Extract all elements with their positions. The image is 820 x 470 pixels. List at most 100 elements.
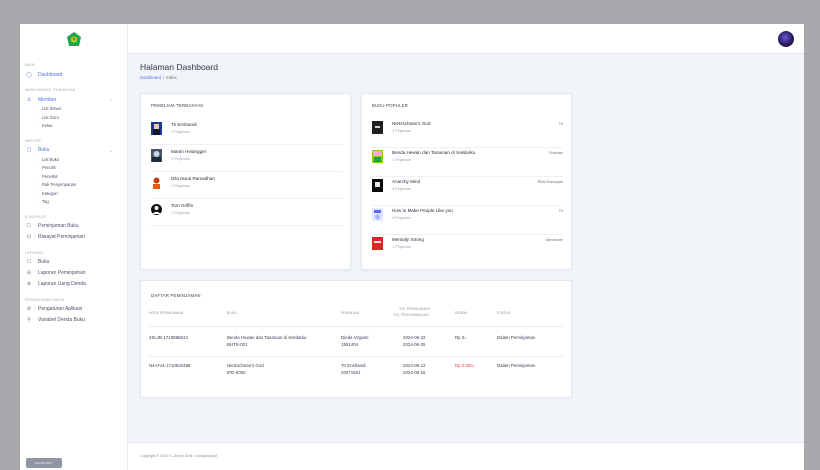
fine: Rp 2.000,- [455,363,476,368]
fine: Rp 0,- [455,335,467,340]
card-title: DAFTAR PEMINJAMAN [151,293,201,298]
sidebar-item-riwayat[interactable]: ⊡ Riwayat Peminjaman [20,232,127,243]
book-icon: ▢ [26,147,32,153]
column-header: PEMINJAM [341,311,360,315]
sidebar-section-laporan: LAPORAN [25,250,44,255]
list-item[interactable]: Benda Hewan dan Tanaman di Sekitarku 1 Pi… [372,149,563,177]
breadcrumb-dashboard-link[interactable]: Dashboard [140,75,161,80]
sidebar-item-lap-peminjaman[interactable]: ⊟ Laporan Peminjaman [20,268,127,279]
sidebar-subitem-siswa[interactable]: ◦ List Siswa [20,105,127,114]
card-title: BUKU POPULER [372,103,409,108]
bullet-icon: ◦ [34,114,36,120]
settings-icon: ⚲ [27,317,31,323]
sidebar-item-label: Buku [38,147,50,153]
sidebar-subitem-penerbit[interactable]: ◦ Penerbit [20,173,127,182]
popular-books-card: BUKU POPULER Nietzschean's God 1 Pinjaman… [361,93,572,270]
sidebar-item-label: Member [38,96,57,103]
sidebar-item-lap-denda[interactable]: ⊕ Laporan Uang Denda [20,279,127,290]
bullet-icon: ◦ [34,190,36,196]
sidebar: MAIN ◯ Dashboard MANAGEMENT PENGGUNA ♙ M… [20,54,128,470]
clipboard-icon: ☐ [26,223,32,229]
column-header: BUKU [227,311,237,315]
sidebar-subitem-guru[interactable]: ◦ List Guru [20,114,127,123]
history-icon: ⊡ [26,234,32,240]
breadcrumb-current: Index [166,75,177,80]
book-title: Nietzschean's God [227,363,264,368]
main-content: Halaman Dashboard Dashboard / Index PEMI… [128,54,804,470]
bullet-icon: ◦ [34,173,36,179]
sidebar-item-label: Laporan Uang Denda [38,281,86,287]
list-item[interactable]: Anarchy Mind 4 Pinjaman Rikki Kamuyah [372,178,563,206]
sidebar-section-main: MAIN [25,63,35,67]
sidebar-item-lap-buku[interactable]: ☐ Buku [20,257,127,268]
chevron-down-icon: ⌄ [109,97,113,102]
card-title: PEMINJAM TERBANYAK [151,103,204,108]
gear-icon: ⚙ [26,306,32,312]
sidebar-item-label: Buku [38,259,50,265]
sidebar-section-eservice: E-SERVICE [25,214,46,219]
money-icon: ⊕ [26,281,32,287]
book-code: BHTS-001 [227,342,248,347]
user-avatar-icon [151,122,162,135]
report-icon: ☐ [26,259,32,265]
user-avatar[interactable] [778,31,794,47]
sidebar-item-peminjaman[interactable]: ☐ Peminjaman Buku [20,221,127,232]
sidebar-item-buku[interactable]: ▢ Buku ⌄ [20,145,127,156]
page-title: Halaman Dashboard [140,62,218,72]
list-item[interactable]: Martin Heidegger 1 Pinjaman [151,148,342,172]
chevron-down-icon: ⌄ [109,147,113,153]
return-date: 2024-06-15 [403,370,426,375]
column-header: DENDA [455,311,468,315]
return-date: 2024-06-25 [403,342,426,347]
column-header: STATUS [497,311,511,315]
bullet-icon: ◦ [34,199,36,204]
bullet-icon: ◦ [34,106,36,111]
sidebar-subitem-penulis[interactable]: ◦ Penulis [20,164,127,173]
bullet-icon: ◦ [34,165,36,170]
list-item[interactable]: Nietzschean's God 1 Pinjaman Tri [372,120,563,148]
list-item[interactable]: Mentally Strong 1 Pinjaman Alexander [372,236,563,264]
list-item[interactable]: Tri Enshandi 2 Pinjaman [151,121,342,145]
sidebar-section-pengaturan: PENGATURAN UMUM [25,297,65,302]
borrower-name: Dinda Virganti [341,335,369,340]
sidebar-subitem-rak[interactable]: ◦ Rak Penyimpanan [20,181,127,190]
sidebar-item-pengaturan-aplikasi[interactable]: ⚙ Pengaturan Aplikasi [20,304,127,315]
sidebar-item-label: Riwayat Peminjaman [38,234,85,240]
sidebar-subitem-list-buku[interactable]: ◦ List Buku [20,156,127,165]
column-header: TGL PENGEMBALIAN [393,313,429,317]
copyright-text: Copyright © 2024 E-Library SDN 1 Mangkur… [140,454,217,458]
sidebar-bottom-button[interactable]: SHARE EDIT [26,458,62,468]
sidebar-item-dashboard[interactable]: ◯ Dashboard [20,69,127,80]
sidebar-section-master: MASTER [25,138,41,143]
top-navbar [20,24,804,54]
sidebar-item-label: Pengaturan Aplikasi [38,306,83,312]
status: Dalam Peminjaman [497,363,536,368]
logo[interactable] [20,24,128,54]
user-icon: ♙ [26,96,32,103]
divider [149,356,563,357]
book-cover-icon [372,237,383,250]
school-logo-icon [66,32,81,46]
borrower-name: Tri Enshandi [341,363,366,368]
user-avatar-icon [151,176,162,189]
sidebar-item-variabel-denda[interactable]: ⚲ Variabel Denda Buku [20,315,127,326]
sidebar-item-member[interactable]: ♙ Member ⌄ [20,94,127,105]
book-code: IPD-0005 [227,370,246,375]
loan-code: 4SLJB-1710896613 [149,335,188,340]
top-borrowers-card: PEMINJAM TERBANYAK Tri Enshandi 2 Pinjama… [140,93,351,270]
book-cover-icon [372,121,383,134]
sidebar-subitem-tag[interactable]: ◦ Tag [20,198,127,207]
status: Dalam Peminjaman [497,335,536,340]
list-item[interactable]: Dila Nurul Ramadhan 1 Pinjaman [151,175,342,199]
breadcrumb: Dashboard / Index [140,75,177,80]
divider [149,326,563,327]
sidebar-item-label: Dashboard [38,71,63,78]
sidebar-item-label: Laporan Peminjaman [38,270,86,276]
list-item[interactable]: Tom Griffin 1 Pinjaman [151,202,342,226]
book-title: Benda Hewan dan Tanaman di Sekitarku [227,335,307,340]
sidebar-subitem-kategori[interactable]: ◦ Kategori [20,190,127,199]
book-cover-icon [372,208,383,221]
list-item[interactable]: How to Make People Like you 2 Pinjaman Tr… [372,207,563,235]
sidebar-subitem-kelas[interactable]: ◦ Kelas [20,122,127,131]
bullet-icon: ◦ [34,123,36,128]
